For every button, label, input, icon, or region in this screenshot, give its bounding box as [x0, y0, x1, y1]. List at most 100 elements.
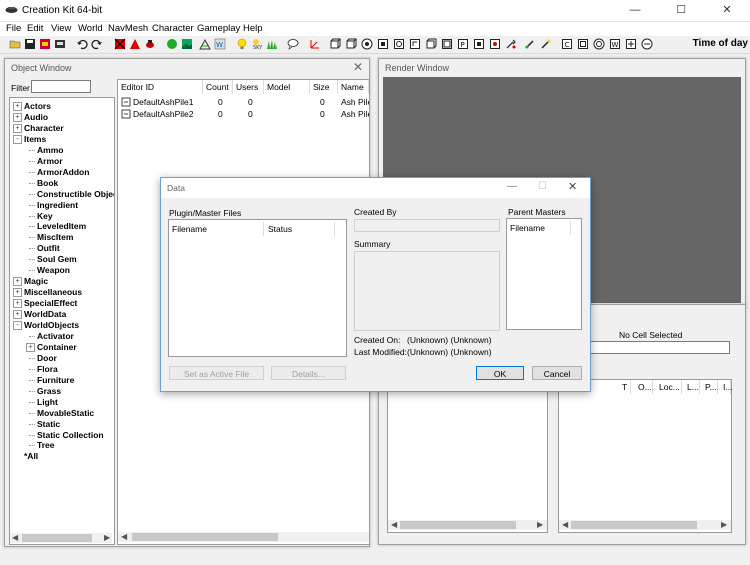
circle-icon-2[interactable] — [641, 38, 653, 50]
parent-masters-list[interactable]: Filename — [506, 218, 582, 330]
scroll-thumb[interactable] — [571, 521, 697, 529]
tree-item-flora[interactable]: Flora — [37, 364, 58, 374]
object-tree[interactable]: + Actors + Audio + Character - Items Ammo Armor Ar… — [9, 97, 115, 545]
grass-icon[interactable] — [266, 38, 278, 50]
cell-list-left-hscrollbar[interactable]: ◀ ▶ — [388, 520, 547, 530]
save-icon[interactable] — [24, 38, 36, 50]
tree-item-magic[interactable]: Magic — [24, 276, 48, 286]
tree-item-tree[interactable]: Tree — [37, 440, 55, 450]
tree-item-specialeffect[interactable]: SpecialEffect — [24, 298, 77, 308]
render-toggle-icon[interactable] — [114, 38, 126, 50]
tree-item-ingredient[interactable]: Ingredient — [37, 200, 78, 210]
col-header-o[interactable]: O... — [635, 380, 653, 394]
box-icon-1[interactable] — [377, 38, 389, 50]
dialog-minimize-button[interactable]: — — [507, 181, 517, 192]
expand-icon[interactable]: + — [26, 342, 35, 352]
expand-icon[interactable]: + — [13, 299, 22, 309]
tree-item-outfit[interactable]: Outfit — [37, 243, 60, 253]
col-header-t[interactable]: T — [619, 380, 631, 394]
expand-icon[interactable]: + — [13, 277, 22, 287]
marker-icon[interactable] — [129, 38, 141, 50]
tree-item-soul-gem[interactable]: Soul Gem — [37, 254, 77, 264]
data-files-icon[interactable] — [39, 38, 51, 50]
landscape-icon[interactable] — [181, 38, 193, 50]
cube-icon-1[interactable] — [329, 38, 341, 50]
p-icon[interactable]: P — [457, 38, 469, 50]
cancel-button[interactable]: Cancel — [532, 366, 582, 380]
tree-item-constructible-objec[interactable]: Constructible Objec — [37, 189, 114, 199]
menu-help[interactable]: Help — [243, 23, 263, 34]
tree-item-book[interactable]: Book — [37, 178, 58, 188]
dialog-maximize-button[interactable]: ☐ — [538, 181, 547, 192]
paint-icon[interactable] — [540, 38, 552, 50]
sky-icon[interactable]: SKY — [251, 38, 263, 50]
tree-item-key[interactable]: Key — [37, 211, 53, 221]
col-header-i[interactable]: I... — [720, 380, 732, 394]
expand-icon[interactable]: + — [13, 102, 22, 111]
green-sphere-icon[interactable] — [166, 38, 178, 50]
object-window-close-icon[interactable]: ✕ — [353, 60, 363, 74]
axis-icon[interactable] — [309, 38, 321, 50]
col-header-model[interactable]: Model — [264, 80, 310, 94]
scroll-left-icon[interactable]: ◀ — [12, 533, 18, 542]
scroll-right-icon[interactable]: ▶ — [721, 520, 727, 529]
col-header-size[interactable]: Size — [310, 80, 338, 94]
redo-icon[interactable] — [91, 38, 103, 50]
box-icon-7[interactable] — [625, 38, 637, 50]
menu-character[interactable]: Character — [152, 23, 194, 34]
bug-icon[interactable] — [144, 38, 156, 50]
wb-icon[interactable]: W — [214, 38, 226, 50]
tree-item-miscitem[interactable]: MiscItem — [37, 232, 73, 242]
scroll-right-icon[interactable]: ▶ — [104, 533, 110, 542]
tree-item-leveleditem[interactable]: LeveledItem — [37, 221, 86, 231]
tree-item-activator[interactable]: Activator — [37, 331, 74, 341]
scroll-left-icon[interactable]: ◀ — [562, 520, 568, 529]
col-header-status[interactable]: Status — [265, 222, 335, 236]
col-header-p[interactable]: P... — [702, 380, 718, 394]
col-header-editor-id[interactable]: Editor ID — [118, 80, 203, 94]
collapse-icon[interactable]: - — [13, 134, 22, 144]
box-red-icon[interactable] — [489, 38, 501, 50]
scroll-left-icon[interactable]: ◀ — [121, 532, 127, 541]
tree-item-items[interactable]: Items — [24, 134, 46, 144]
tree-item-audio[interactable]: Audio — [24, 112, 48, 122]
col-header-l[interactable]: L... — [684, 380, 700, 394]
tree-item-actors[interactable]: Actors — [24, 101, 51, 111]
table-row[interactable]: DefaultAshPile1 0 0 0 Ash Pile — [118, 97, 369, 108]
col-header-parent-filename[interactable]: Filename — [507, 221, 571, 235]
tree-item-character[interactable]: Character — [24, 123, 64, 133]
col-header-filename[interactable]: Filename — [169, 222, 264, 236]
navmesh-icon[interactable] — [199, 38, 211, 50]
circle-grid-icon[interactable] — [361, 38, 373, 50]
menu-view[interactable]: View — [51, 23, 71, 34]
w-icon[interactable]: W — [609, 38, 621, 50]
details-button[interactable]: Details... — [271, 366, 346, 380]
tree-item-door[interactable]: Door — [37, 353, 57, 363]
circle-icon[interactable] — [593, 38, 605, 50]
tree-item-armoraddon[interactable]: ArmorAddon — [37, 167, 89, 177]
tree-item-light[interactable]: Light — [37, 397, 58, 407]
tools-icon[interactable] — [505, 38, 517, 50]
expand-icon[interactable]: + — [13, 112, 22, 122]
cell-filter-input[interactable] — [589, 341, 730, 354]
close-button[interactable]: ✕ — [704, 0, 750, 21]
cell-list-right[interactable]: T O... Loc... L... P... I... ◀ ▶ — [558, 379, 732, 533]
created-by-field[interactable] — [354, 219, 500, 232]
tree-item-grass[interactable]: Grass — [37, 386, 61, 396]
object-list-hscrollbar[interactable]: ◀ — [118, 532, 369, 542]
tree-item-worldobjects[interactable]: WorldObjects — [24, 320, 79, 330]
cube-icon-3[interactable] — [425, 38, 437, 50]
tree-item-movablestatic[interactable]: MovableStatic — [37, 408, 94, 418]
open-folder-icon[interactable] — [9, 38, 21, 50]
menu-edit[interactable]: Edit — [27, 23, 43, 34]
box-icon-4[interactable] — [441, 38, 453, 50]
scroll-thumb[interactable] — [132, 533, 278, 541]
set-active-file-button[interactable]: Set as Active File — [169, 366, 264, 380]
box-icon-6[interactable] — [577, 38, 589, 50]
box-icon-5[interactable] — [473, 38, 485, 50]
menu-world[interactable]: World — [78, 23, 103, 34]
cell-list-left[interactable]: ◀ ▶ — [387, 379, 548, 533]
menu-navmesh[interactable]: NavMesh — [108, 23, 148, 34]
expand-icon[interactable]: + — [13, 310, 22, 320]
cube-icon-2[interactable] — [345, 38, 357, 50]
